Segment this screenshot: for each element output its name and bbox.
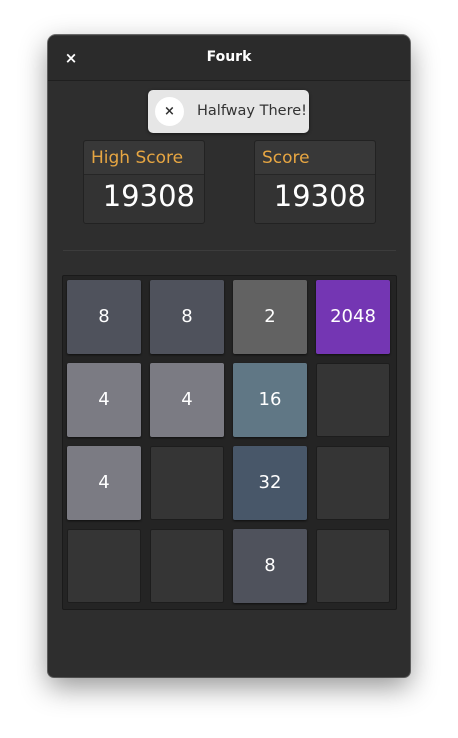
high-score-label: High Score xyxy=(91,148,184,168)
tile-4: 4 xyxy=(67,363,141,437)
toast-message: Halfway There! xyxy=(197,103,307,119)
window-title: Fourk xyxy=(206,49,252,65)
high-score-value: 19308 xyxy=(102,179,195,213)
window-close-button[interactable]: × xyxy=(60,47,82,69)
empty-cell xyxy=(150,529,224,603)
tile-8: 8 xyxy=(67,280,141,354)
game-board[interactable]: 8 8 2 2048 4 4 16 4 32 8 xyxy=(62,275,397,610)
empty-cell xyxy=(316,363,390,437)
high-score-header: High Score xyxy=(84,141,204,175)
score-label: Score xyxy=(262,148,310,168)
toast-close-button[interactable]: × xyxy=(155,97,184,126)
score-box: Score 19308 xyxy=(254,140,376,224)
score-header: Score xyxy=(255,141,375,175)
game-window: Fourk × × Halfway There! High Score 1930… xyxy=(48,35,410,677)
tile-8: 8 xyxy=(233,529,307,603)
empty-cell xyxy=(316,446,390,520)
score-value: 19308 xyxy=(273,179,366,213)
empty-cell xyxy=(316,529,390,603)
tile-2048: 2048 xyxy=(316,280,390,354)
separator xyxy=(63,250,396,251)
empty-cell xyxy=(150,446,224,520)
tile-16: 16 xyxy=(233,363,307,437)
tile-4: 4 xyxy=(67,446,141,520)
close-icon: × xyxy=(164,104,175,119)
empty-cell xyxy=(67,529,141,603)
tile-32: 32 xyxy=(233,446,307,520)
achievement-toast: × Halfway There! xyxy=(148,90,309,133)
close-icon: × xyxy=(64,49,78,67)
high-score-box: High Score 19308 xyxy=(83,140,205,224)
tile-2: 2 xyxy=(233,280,307,354)
tile-8: 8 xyxy=(150,280,224,354)
tile-4: 4 xyxy=(150,363,224,437)
title-bar: Fourk × xyxy=(48,35,410,81)
